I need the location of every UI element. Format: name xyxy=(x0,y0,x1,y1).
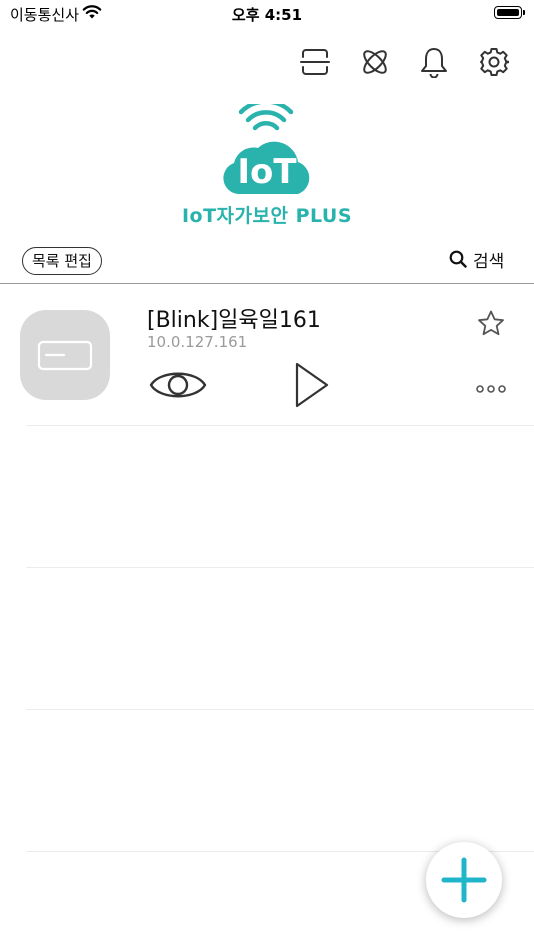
device-thumbnail[interactable] xyxy=(20,310,110,400)
device-ip: 10.0.127.161 xyxy=(147,333,248,351)
atom-button[interactable] xyxy=(357,44,393,80)
status-time: 오후 4:51 xyxy=(231,6,303,24)
toolbar-divider xyxy=(0,283,534,284)
scan-button[interactable] xyxy=(297,44,333,80)
more-icon xyxy=(476,385,506,393)
plus-icon xyxy=(441,857,487,903)
device-icon xyxy=(37,340,93,371)
add-device-button[interactable] xyxy=(426,842,502,918)
battery-tip xyxy=(523,10,525,15)
edit-list-button[interactable]: 목록 편집 xyxy=(22,247,102,275)
search-button[interactable]: 검색 xyxy=(449,246,504,272)
settings-button[interactable] xyxy=(476,44,512,80)
row-separator xyxy=(26,425,534,426)
gear-icon xyxy=(480,48,509,76)
row-separator xyxy=(26,567,534,568)
logo-badge-text: IoT xyxy=(237,152,297,192)
scan-icon xyxy=(300,49,330,75)
play-icon xyxy=(295,362,329,408)
bell-icon xyxy=(421,48,447,78)
search-icon xyxy=(449,250,467,268)
view-button[interactable] xyxy=(148,364,208,406)
play-button[interactable] xyxy=(292,360,332,410)
eye-icon xyxy=(149,372,207,398)
device-name[interactable]: [Blink]일육일161 xyxy=(147,302,321,334)
app-name: IoT자가보안 PLUS xyxy=(181,205,353,227)
notification-button[interactable] xyxy=(416,44,452,80)
star-icon xyxy=(478,310,504,336)
favorite-button[interactable] xyxy=(476,309,506,339)
atom-icon xyxy=(363,50,387,74)
battery-icon xyxy=(494,6,522,19)
row-separator xyxy=(26,709,534,710)
more-options-button[interactable] xyxy=(474,380,508,398)
search-label: 검색 xyxy=(473,251,505,272)
